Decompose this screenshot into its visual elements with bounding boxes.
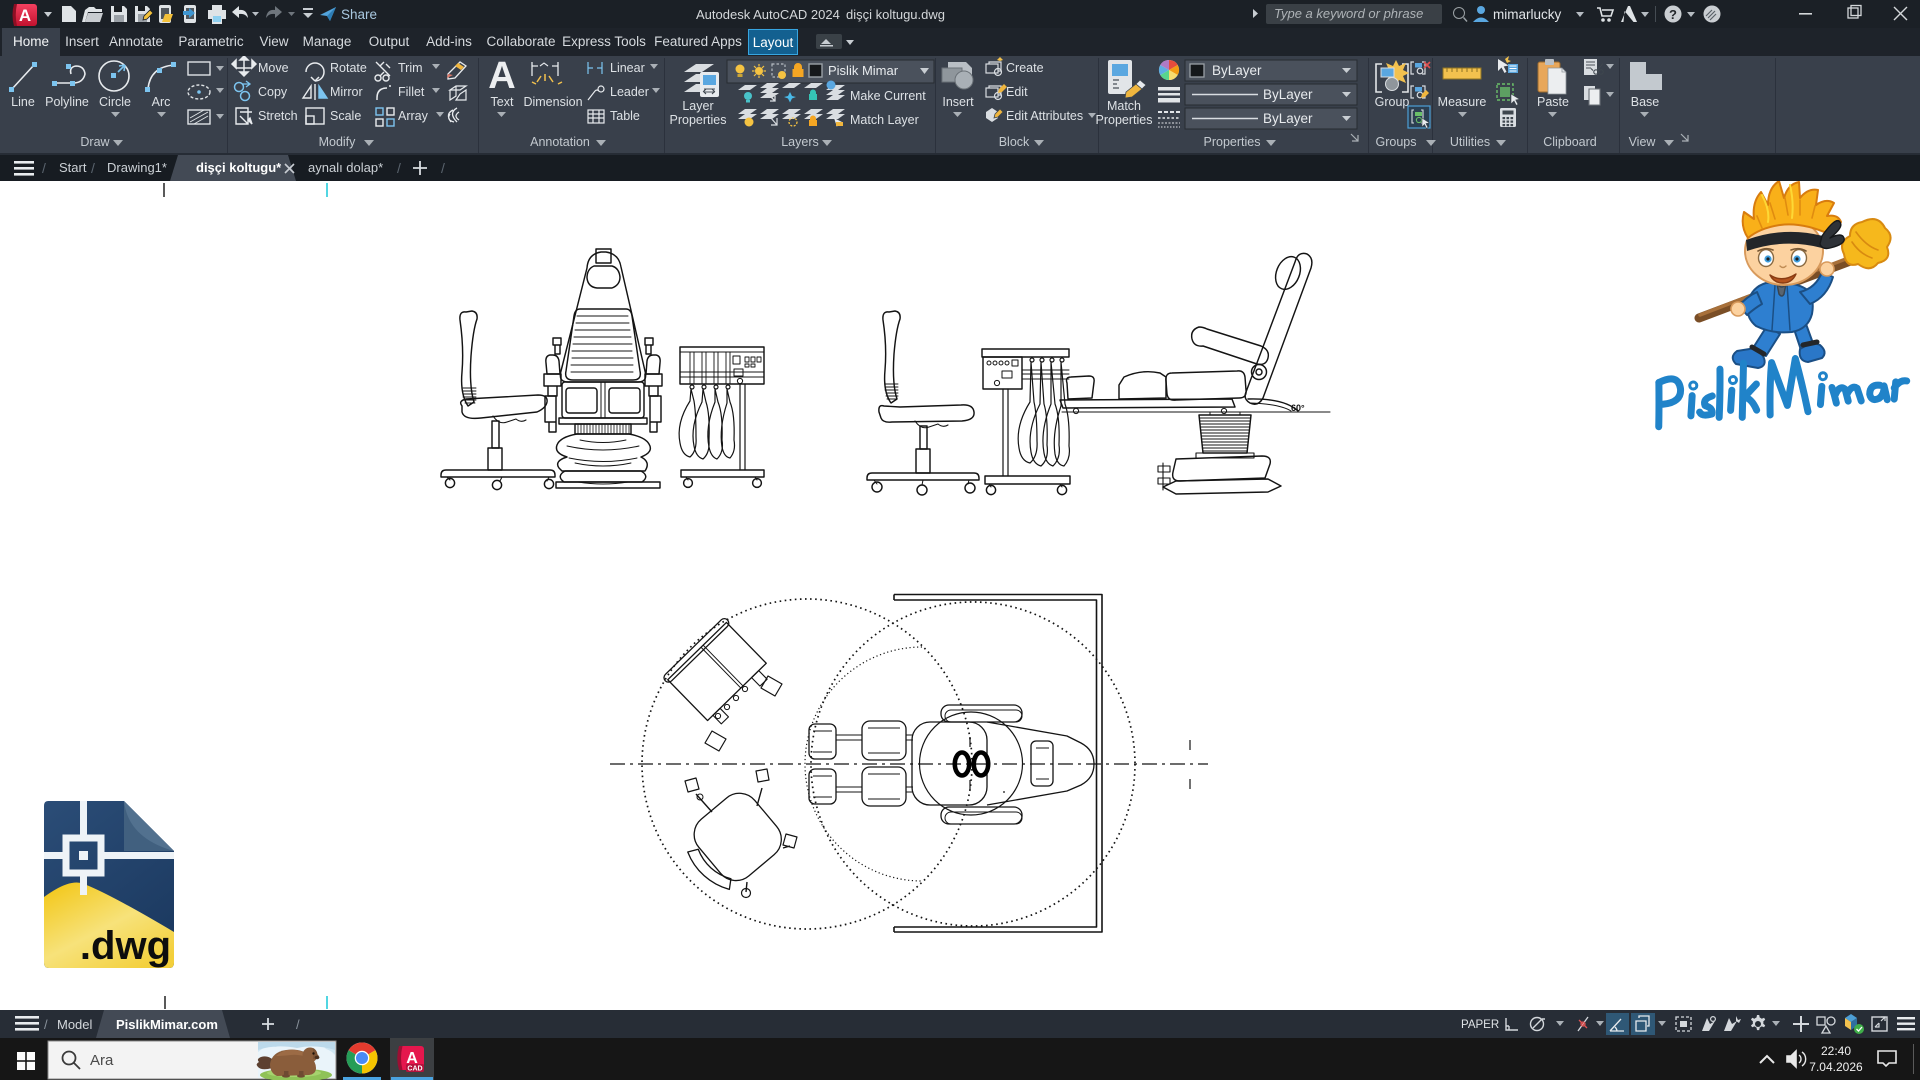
svg-text:7.04.2026: 7.04.2026 (1809, 1060, 1863, 1074)
svg-text:Base: Base (1631, 95, 1660, 109)
svg-text:Model: Model (57, 1017, 93, 1032)
svg-text:Layer: Layer (682, 99, 713, 113)
svg-text:Layers: Layers (781, 135, 819, 149)
svg-text:Groups: Groups (1376, 135, 1417, 149)
svg-text:CAD: CAD (407, 1066, 422, 1073)
svg-text:Edit Attributes: Edit Attributes (1006, 109, 1083, 123)
svg-text:.dwg: .dwg (80, 924, 171, 968)
svg-text:View: View (1629, 135, 1657, 149)
svg-text:Measure: Measure (1438, 95, 1487, 109)
svg-text:Pislik Mimar: Pislik Mimar (828, 63, 899, 78)
svg-text:ByLayer: ByLayer (1263, 111, 1313, 126)
svg-text:Make Current: Make Current (850, 89, 926, 103)
svg-text:Match: Match (1107, 99, 1141, 113)
svg-text:Ara: Ara (90, 1052, 114, 1069)
svg-text:PislikMimar.com: PislikMimar.com (116, 1017, 218, 1032)
svg-text:Properties: Properties (670, 113, 727, 127)
svg-text:A: A (19, 6, 31, 25)
svg-text:Edit: Edit (1006, 85, 1028, 99)
svg-text:/: / (296, 1017, 300, 1032)
svg-text:Insert: Insert (942, 95, 974, 109)
svg-text:Properties: Properties (1204, 135, 1261, 149)
svg-text:22:40: 22:40 (1821, 1044, 1851, 1058)
svg-text:ByLayer: ByLayer (1263, 87, 1313, 102)
svg-text:dişçi koltugu.dwg: dişçi koltugu.dwg (846, 7, 945, 22)
svg-text:Autodesk AutoCAD 2024: Autodesk AutoCAD 2024 (696, 7, 840, 22)
svg-text:Match Layer: Match Layer (850, 113, 919, 127)
svg-text:Create: Create (1006, 61, 1044, 75)
svg-text:?: ? (1669, 7, 1677, 22)
svg-text:Type a keyword or phrase: Type a keyword or phrase (1274, 6, 1423, 21)
svg-text:Group: Group (1375, 95, 1410, 109)
svg-text:Utilities: Utilities (1450, 135, 1490, 149)
svg-text:Block: Block (999, 135, 1030, 149)
svg-text:mimarlucky: mimarlucky (1493, 7, 1562, 22)
svg-text:PAPER: PAPER (1461, 1019, 1499, 1031)
svg-text:60°: 60° (1291, 403, 1305, 413)
svg-text:Share: Share (341, 7, 377, 22)
svg-text:ByLayer: ByLayer (1212, 63, 1262, 78)
svg-text:/: / (44, 1017, 48, 1032)
svg-text:Clipboard: Clipboard (1543, 135, 1597, 149)
svg-text:Paste: Paste (1537, 95, 1569, 109)
svg-text:Properties: Properties (1096, 113, 1153, 127)
